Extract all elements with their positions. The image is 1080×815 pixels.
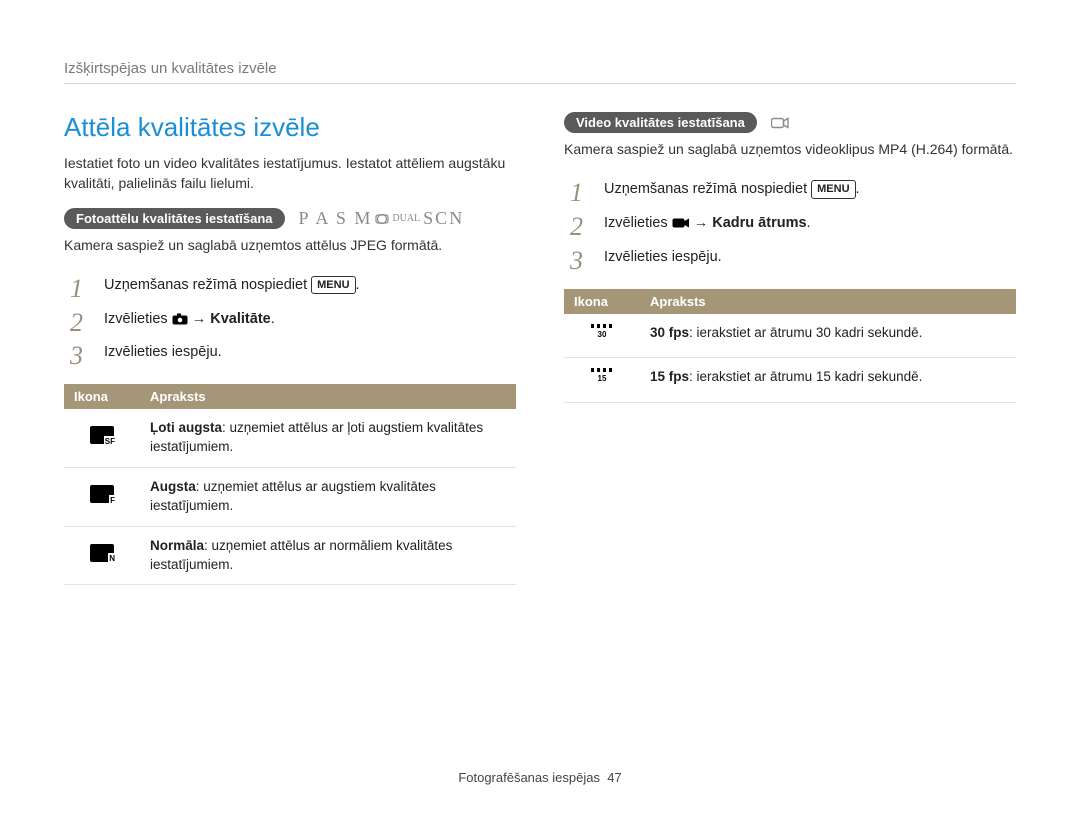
footer-page-number: 47 [607, 770, 621, 785]
table-row: Normāla: uzņemiet attēlus ar normāliem k… [64, 526, 516, 585]
video-subheading-row: Video kvalitātes iestatīšana [564, 112, 1016, 133]
step-text: . [356, 277, 360, 293]
step-text: Uzņemšanas režīmā nospiediet [104, 277, 311, 293]
table-row: 30 fps: ierakstiet ar ātrumu 30 kadri se… [564, 314, 1016, 358]
step-text: . [271, 311, 275, 327]
photo-steps: Uzņemšanas režīmā nospiediet MENU. Izvēl… [64, 269, 516, 370]
fps-15-icon [591, 368, 613, 386]
photo-quality-table: Ikona Apraksts Ļoti augsta: uzņemiet att… [64, 384, 516, 585]
photo-step-3: Izvēlieties iespēju. [64, 336, 516, 370]
mode-indicators: P A S M DUAL SCN [299, 208, 465, 229]
fps-30-icon [591, 324, 613, 342]
th-desc: Apraksts [640, 289, 1016, 314]
photo-quality-pill: Fotoattēlu kvalitātes iestatīšana [64, 208, 285, 229]
footer-section: Fotografēšanas iespējas [458, 770, 600, 785]
photo-step-1: Uzņemšanas režīmā nospiediet MENU. [64, 269, 516, 303]
photo-subheading-row: Fotoattēlu kvalitātes iestatīšana P A S … [64, 208, 516, 229]
page-footer: Fotografēšanas iespējas 47 [0, 770, 1080, 785]
menu-button-label: MENU [311, 276, 355, 295]
row-name: 15 fps [650, 369, 689, 384]
quality-normal-icon [90, 544, 114, 562]
photo-step-2: Izvēlieties → Kvalitāte. [64, 303, 516, 337]
row-name: Ļoti augsta [150, 420, 222, 435]
video-quality-pill: Video kvalitātes iestatīšana [564, 112, 757, 133]
video-desc: Kamera saspiež un saglabā uzņemtos video… [564, 139, 1016, 159]
camera-mode-icon [375, 208, 389, 229]
step-bold: Kvalitāte [210, 311, 270, 327]
step-text: . [856, 181, 860, 197]
video-step-3: Izvēlieties iespēju. [564, 241, 1016, 275]
left-column: Attēla kvalitātes izvēle Iestatiet foto … [64, 112, 516, 585]
video-fps-table: Ikona Apraksts 30 fps: ierakstiet ar ātr… [564, 289, 1016, 404]
camera-icon [172, 313, 188, 325]
row-desc: : ierakstiet ar ātrumu 30 kadri sekundē. [689, 325, 922, 340]
step-text: Izvēlieties [104, 311, 172, 327]
step-bold: Kadru ātrums [712, 215, 806, 231]
right-column: Video kvalitātes iestatīšana Kamera sasp… [564, 112, 1016, 585]
mode-dual: DUAL [392, 213, 420, 224]
photo-desc: Kamera saspiež un saglabā uzņemtos attēl… [64, 235, 516, 255]
quality-fine-icon [90, 485, 114, 503]
video-step-1: Uzņemšanas režīmā nospiediet MENU. [564, 173, 1016, 207]
intro-text: Iestatiet foto un video kvalitātes iesta… [64, 153, 516, 194]
arrow: → [690, 215, 713, 231]
row-name: Normāla [150, 538, 204, 553]
step-text: Uzņemšanas režīmā nospiediet [604, 181, 811, 197]
table-row: 15 fps: ierakstiet ar ātrumu 15 kadri se… [564, 358, 1016, 403]
step-text: . [807, 215, 811, 231]
video-step-2: Izvēlieties → Kadru ātrums. [564, 207, 1016, 241]
th-icon: Ikona [64, 384, 140, 409]
menu-button-label: MENU [811, 180, 855, 199]
table-row: Augsta: uzņemiet attēlus ar augstiem kva… [64, 467, 516, 526]
step-text: Izvēlieties [604, 215, 672, 231]
mode-letters: P A S M [299, 208, 373, 229]
quality-superfine-icon [90, 426, 114, 444]
section-title: Attēla kvalitātes izvēle [64, 112, 516, 143]
mode-scn: SCN [423, 208, 464, 229]
arrow: → [188, 311, 211, 327]
video-icon [672, 217, 690, 229]
table-row: Ļoti augsta: uzņemiet attēlus ar ļoti au… [64, 409, 516, 467]
th-icon: Ikona [564, 289, 640, 314]
row-name: 30 fps [650, 325, 689, 340]
row-name: Augsta [150, 479, 196, 494]
video-steps: Uzņemšanas režīmā nospiediet MENU. Izvēl… [564, 173, 1016, 274]
th-desc: Apraksts [140, 384, 516, 409]
video-mode-icon [771, 117, 789, 129]
row-desc: : ierakstiet ar ātrumu 15 kadri sekundē. [689, 369, 922, 384]
breadcrumb: Izšķirtspējas un kvalitātes izvēle [64, 60, 1016, 84]
